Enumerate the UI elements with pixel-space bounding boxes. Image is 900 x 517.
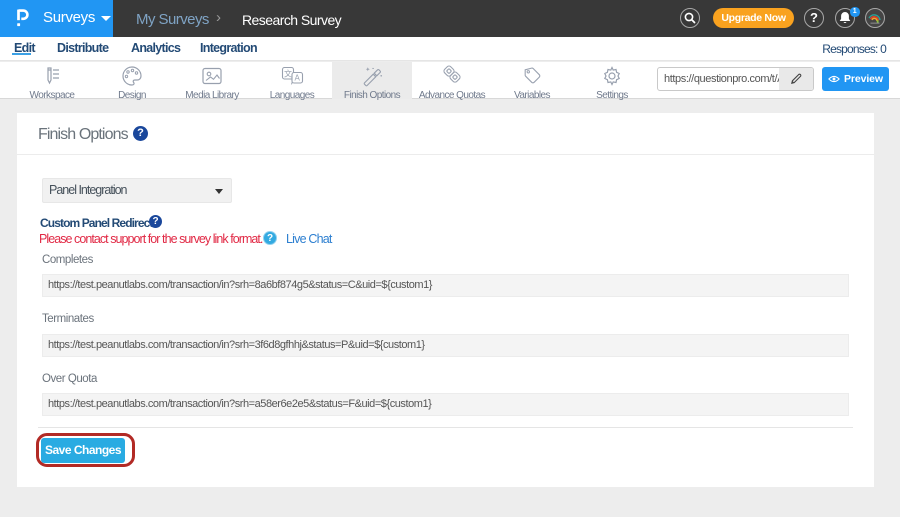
- svg-text:文: 文: [284, 68, 292, 78]
- svg-text:A: A: [295, 74, 301, 83]
